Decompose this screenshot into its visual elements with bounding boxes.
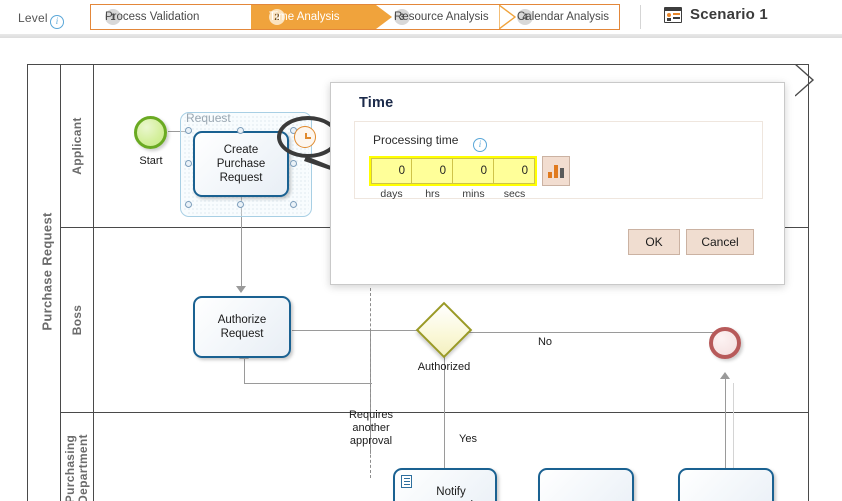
task-blank-2[interactable] — [678, 468, 774, 501]
scenario-icon — [664, 6, 682, 23]
step-label: Calendar Analysis — [517, 10, 610, 23]
flow-label-no: No — [537, 336, 553, 348]
step-calendar-analysis[interactable]: 4 Calendar Analysis — [499, 5, 619, 29]
task-label-line3: Request — [219, 172, 263, 184]
resize-handle-sw[interactable] — [185, 201, 192, 208]
resize-handle-e[interactable] — [290, 160, 297, 167]
resize-handle-se[interactable] — [290, 201, 297, 208]
resize-handle-s[interactable] — [237, 201, 244, 208]
flow-label-line3: approval — [349, 435, 393, 447]
scenario-indicator[interactable]: Scenario 1 — [664, 6, 768, 23]
hrs-input[interactable]: 0 — [412, 158, 453, 184]
scenario-title: Scenario 1 — [690, 6, 768, 23]
task-label-line1: Create — [223, 144, 259, 156]
dialog-title: Time — [359, 95, 394, 111]
hrs-unit-label: hrs — [425, 188, 440, 200]
secs-unit-label: secs — [503, 188, 526, 200]
lane-header-purchasing-department: Purchasing Department — [61, 413, 94, 501]
time-dialog[interactable]: Time Processing time i 0 0 0 0 days hrs … — [330, 82, 785, 285]
arrowhead-icon — [236, 286, 246, 293]
step-label: Resource Analysis — [394, 10, 489, 23]
info-icon[interactable]: i — [50, 11, 64, 29]
arrowhead-icon — [720, 372, 730, 379]
task-notify-approval[interactable]: Notify approval — [393, 468, 497, 501]
level-label: Level — [18, 11, 48, 25]
processing-time-panel: Processing time i 0 0 0 0 days hrs mins … — [354, 121, 763, 200]
resize-handle-w[interactable] — [185, 160, 192, 167]
info-icon[interactable]: i — [473, 134, 487, 152]
task-label-line1: Notify — [436, 486, 466, 498]
wizard-breadcrumb: 1 Process Validation 2 Time Analysis 3 R… — [90, 4, 620, 30]
start-event[interactable] — [134, 116, 167, 149]
step-time-analysis[interactable]: 2 Time Analysis — [251, 5, 376, 29]
lane-header-applicant: Applicant — [61, 64, 94, 227]
task-label-line1: Authorize — [217, 314, 267, 326]
secs-input[interactable]: 0 — [494, 158, 535, 184]
task-authorize-request[interactable]: Authorize Request — [193, 296, 291, 358]
ok-button[interactable]: OK — [628, 229, 680, 255]
task-create-purchase-request[interactable]: Create Purchase Request — [193, 131, 289, 197]
gateway-label: Authorized — [417, 361, 471, 373]
flow-loop-up — [244, 358, 245, 384]
flow-gateway-no — [465, 332, 723, 333]
pool-title-label: Purchase Request — [39, 212, 55, 331]
start-event-label: Start — [139, 155, 163, 167]
top-toolbar: Level i 1 Process Validation 2 Time Anal… — [0, 0, 842, 34]
pool-title-band: Purchase Request — [27, 64, 61, 501]
mins-input[interactable]: 0 — [453, 158, 494, 184]
task-label-line2: Purchase — [216, 158, 266, 170]
lane-label: Boss — [70, 304, 84, 336]
flow-label-line1: Requires — [348, 409, 394, 421]
step-process-validation[interactable]: 1 Process Validation — [91, 5, 256, 29]
resize-handle-n[interactable] — [237, 127, 244, 134]
lane-label: Applicant — [70, 116, 84, 175]
days-unit-label: days — [380, 188, 403, 200]
days-input[interactable]: 0 — [371, 158, 412, 184]
task-label-line2: Request — [220, 328, 264, 340]
mins-unit-label: mins — [462, 188, 485, 200]
resize-handle-nw[interactable] — [185, 127, 192, 134]
flow-label-requires-approval: Requires another approval — [333, 409, 409, 448]
script-task-icon — [401, 475, 412, 488]
processing-time-inputs[interactable]: 0 0 0 0 — [369, 156, 537, 186]
lane-label: Purchasing Department — [63, 433, 90, 501]
cancel-button[interactable]: Cancel — [686, 229, 754, 255]
task-blank-1[interactable] — [538, 468, 634, 501]
step-label: Process Validation — [105, 10, 200, 23]
toolbar-divider — [640, 5, 641, 29]
distribution-button[interactable] — [542, 156, 570, 186]
lane-header-boss: Boss — [61, 228, 94, 412]
flow-loop-back — [244, 383, 372, 384]
processing-time-label: Processing time — [373, 133, 459, 147]
lane-guide-dashed — [370, 288, 371, 478]
flow-label-yes: Yes — [459, 433, 477, 445]
flow-label-line2: another — [352, 422, 390, 434]
dialog-buttons: OK Cancel — [331, 229, 786, 271]
end-event[interactable] — [709, 327, 741, 359]
step-label: Time Analysis — [269, 10, 340, 23]
flow-authorize-to-gateway — [292, 330, 420, 331]
